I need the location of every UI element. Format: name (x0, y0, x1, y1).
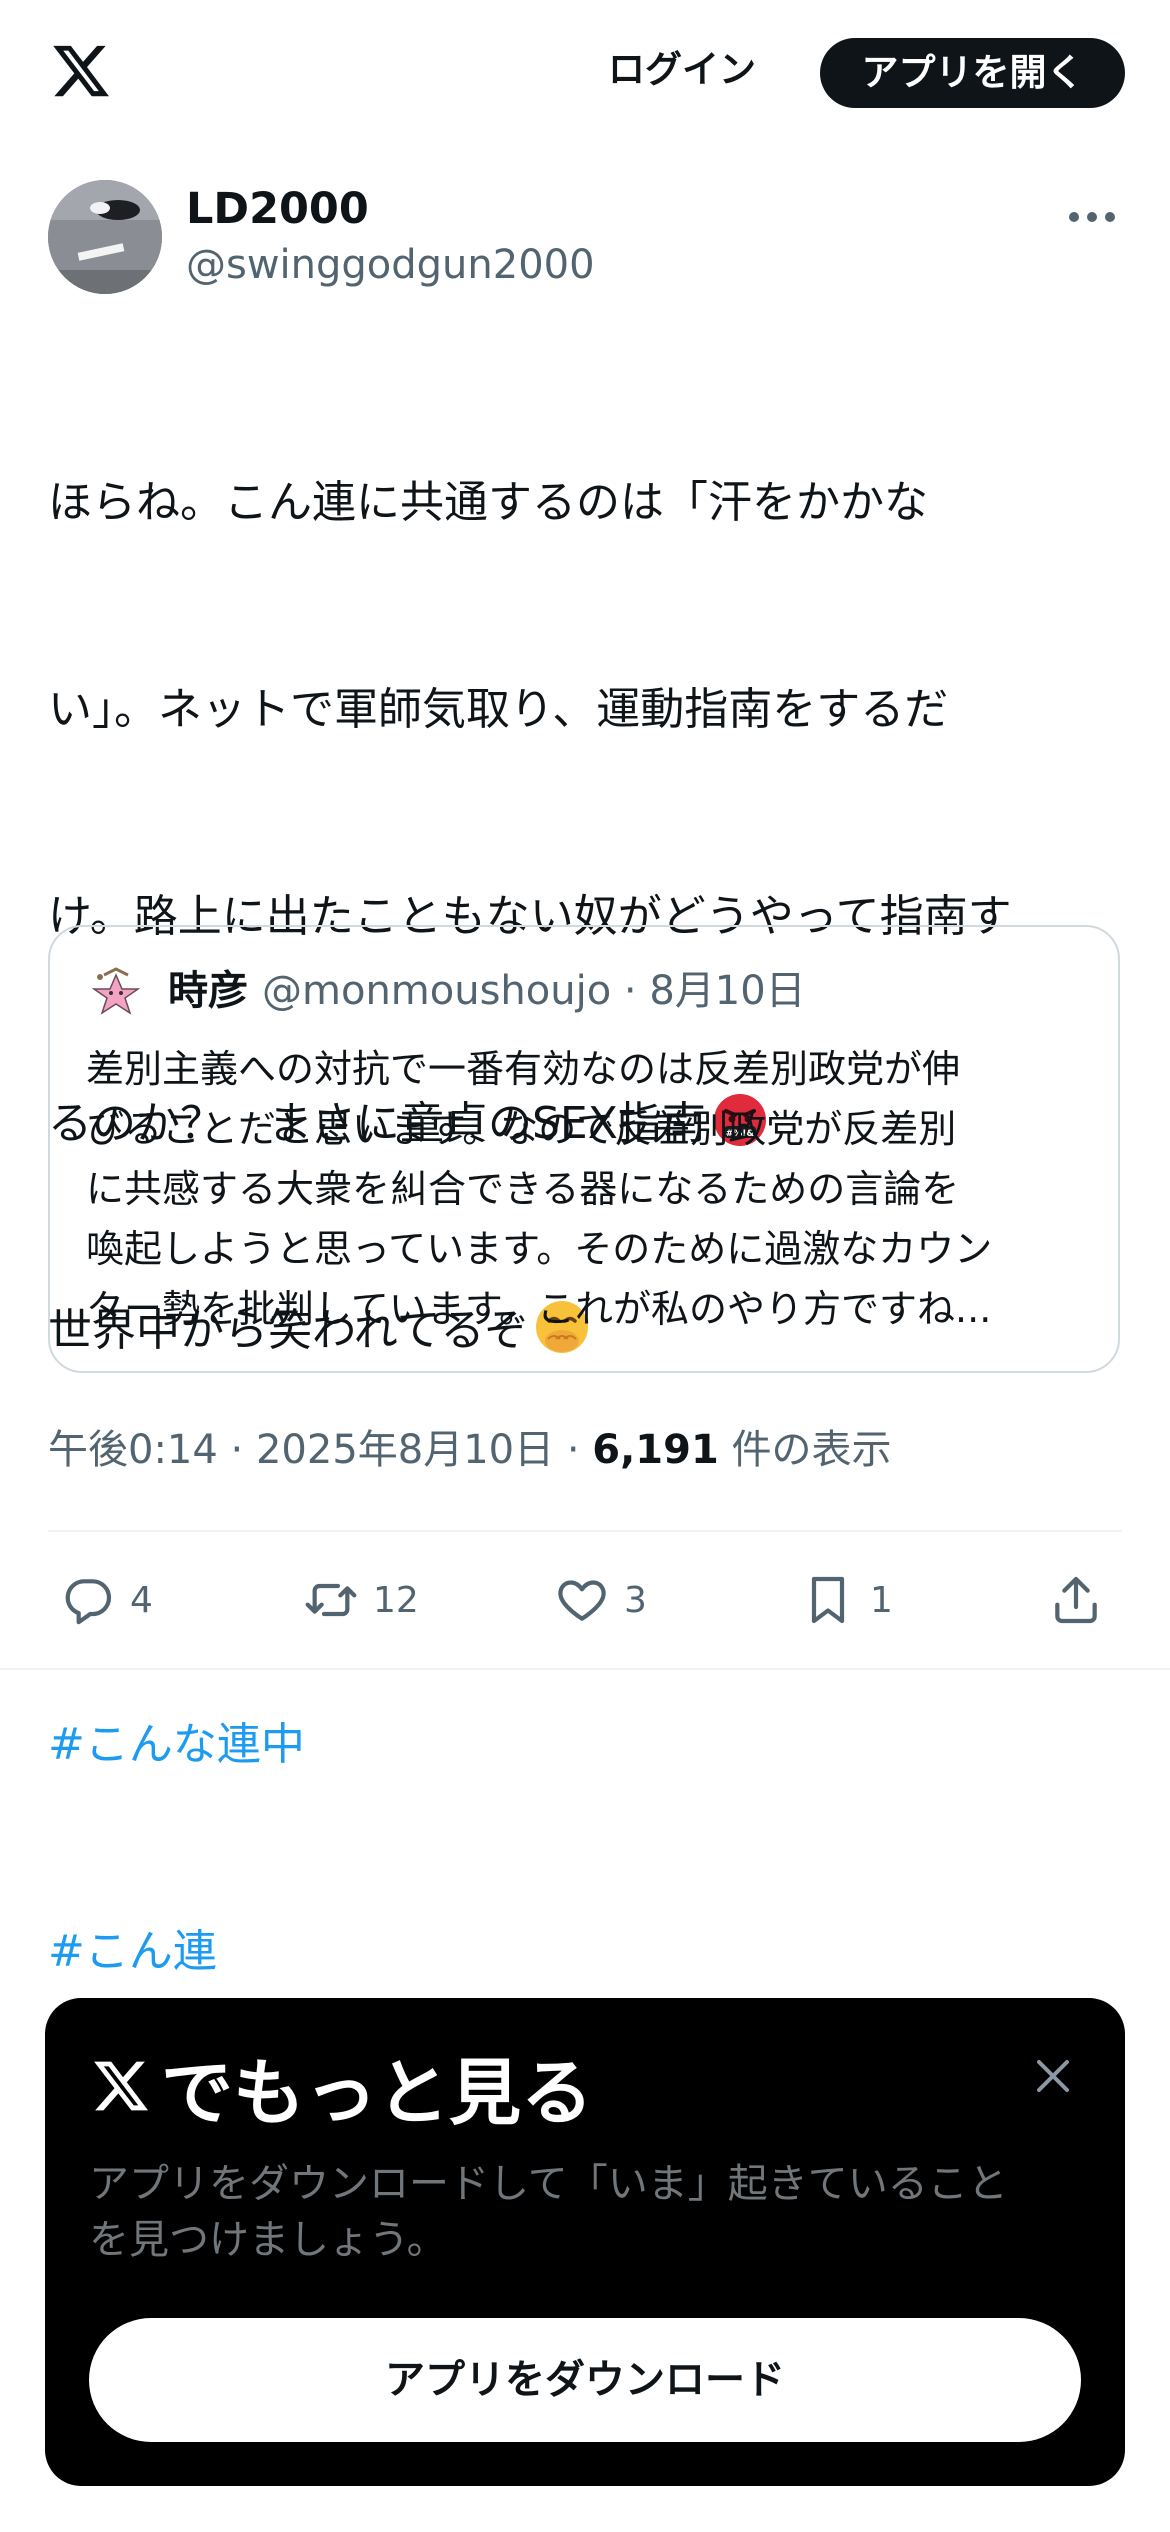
post-text-line: い」。ネットで軍師気取り、運動指南をするだ (48, 684, 949, 735)
quoted-avatar (91, 967, 141, 1015)
close-icon[interactable] (1031, 2054, 1075, 2098)
hashtag-link[interactable]: #こんな連中 (48, 1710, 1122, 1779)
download-app-button[interactable]: アプリをダウンロード (89, 2318, 1081, 2442)
x-logo-icon (94, 2061, 149, 2111)
quoted-display-name: 時彦 (168, 968, 248, 1014)
bookmark-count: 1 (870, 1579, 893, 1621)
share-button[interactable] (1048, 1560, 1104, 1640)
promo-title-text: でもっと見る (161, 2050, 594, 2135)
author-handle[interactable]: @swinggodgun2000 (186, 238, 595, 292)
timestamp-text[interactable]: 午後0:14 · 2025年8月10日 · (48, 1427, 592, 1473)
open-app-button[interactable]: アプリを開く (820, 38, 1125, 108)
bookmark-icon (811, 1576, 845, 1624)
quoted-text: 差別主義への対抗で一番有効なのは反差別政党が伸 びることだと思います。なので反差… (86, 1039, 1086, 1339)
x-logo-icon[interactable] (48, 40, 114, 102)
bookmark-button[interactable]: 1 (800, 1560, 893, 1640)
app-promo-sheet: でもっと見る アプリをダウンロードして「いま」起きていること を見つけましょう。… (45, 1998, 1125, 2486)
views-count: 6,191 (592, 1427, 719, 1473)
quoted-text-line: 差別主義への対抗で一番有効なのは反差別政党が伸 (86, 1047, 961, 1091)
repost-count: 12 (373, 1579, 419, 1621)
login-link[interactable]: ログイン (592, 40, 772, 100)
divider (0, 1668, 1170, 1670)
repost-icon (305, 1583, 357, 1617)
reply-button[interactable]: 4 (60, 1560, 153, 1640)
hashtag-link[interactable]: #こん連 (48, 1917, 1122, 1986)
post-text-line: ほらね。こん連に共通するのは「汗をかかな (48, 477, 928, 528)
author-display-name[interactable]: LD2000 (186, 182, 369, 236)
more-options-icon[interactable] (1062, 194, 1122, 240)
reply-count: 4 (130, 1579, 153, 1621)
post-author: LD2000 @swinggodgun2000 (48, 180, 1122, 300)
quoted-text-line: に共感する大衆を糾合できる器になるための言論を (86, 1167, 960, 1211)
avatar[interactable] (48, 180, 162, 294)
promo-description-line: を見つけましょう。 (89, 2217, 447, 2263)
views-label: 件の表示 (718, 1427, 892, 1473)
like-button[interactable]: 3 (554, 1560, 647, 1640)
action-bar: 4 12 3 1 (48, 1560, 1122, 1640)
quoted-text-line: ター勢を批判しています。これが私のやり方ですね... (86, 1287, 992, 1331)
share-icon (1055, 1576, 1097, 1624)
promo-title: でもっと見る (89, 2038, 593, 2135)
top-bar: ログイン アプリを開く (0, 0, 1170, 145)
post-timestamp: 午後0:14 · 2025年8月10日 · 6,191 件の表示 (48, 1420, 892, 1480)
promo-description: アプリをダウンロードして「いま」起きていること を見つけましょう。 (89, 2156, 1089, 2268)
promo-description-line: アプリをダウンロードして「いま」起きていること (89, 2161, 1008, 2207)
quoted-handle-date: @monmoushoujo · 8月10日 (262, 968, 806, 1014)
avatar-image (48, 180, 162, 294)
heart-icon (558, 1580, 606, 1621)
reply-icon (65, 1579, 112, 1625)
like-count: 3 (624, 1579, 647, 1621)
quoted-post[interactable]: 時彦 @monmoushoujo · 8月10日 差別主義への対抗で一番有効なの… (48, 925, 1120, 1373)
quoted-text-line: 喚起しようと思っています。そのために過激なカウン (86, 1227, 993, 1271)
repost-button[interactable]: 12 (303, 1560, 419, 1640)
quoted-text-line: びることだと思います。なので反差別政党が反差別 (86, 1107, 957, 1151)
divider (48, 1530, 1122, 1532)
